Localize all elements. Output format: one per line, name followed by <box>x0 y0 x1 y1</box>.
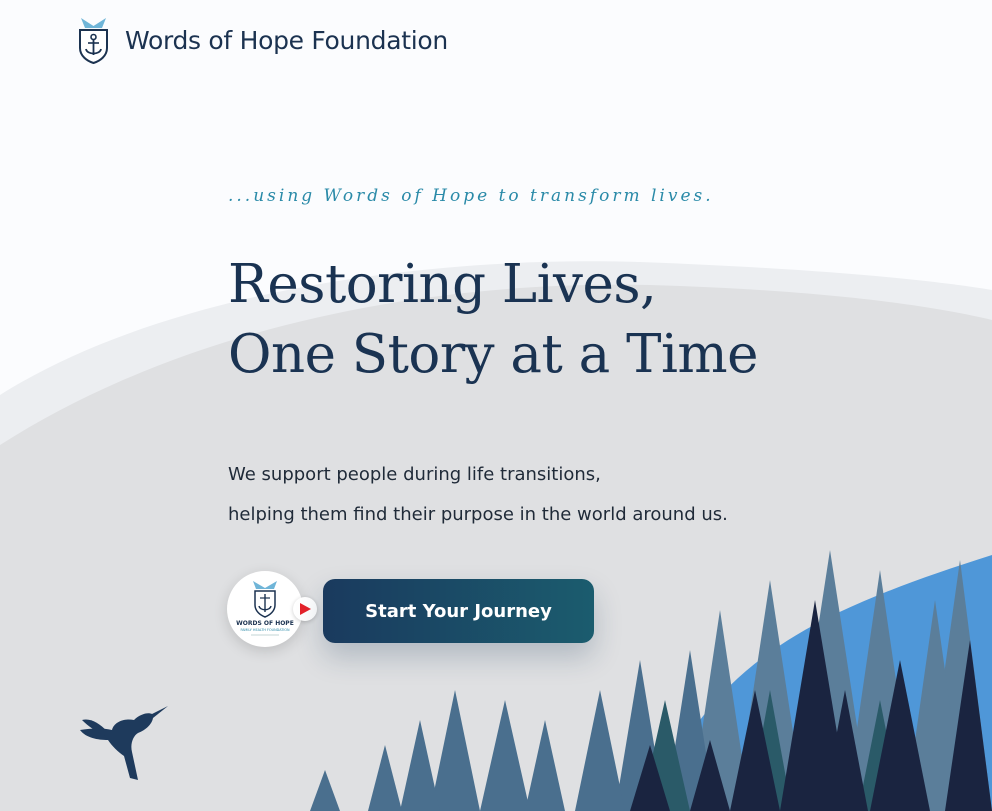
words-of-hope-badge-logo: WORDS OF HOPE FAMILY HEALTH FOUNDATION <box>236 581 294 636</box>
badge-subtitle: FAMILY HEALTH FOUNDATION <box>240 628 290 632</box>
pine-forest-illustration <box>310 550 992 811</box>
play-icon <box>300 603 311 615</box>
start-journey-button[interactable]: Start Your Journey <box>323 579 594 643</box>
badge-title: WORDS OF HOPE <box>236 620 294 627</box>
hummingbird-icon <box>80 706 168 780</box>
page: Words of Hope Foundation ...using Words … <box>0 0 992 811</box>
play-icon-wrap[interactable] <box>293 597 317 621</box>
video-play-button[interactable]: WORDS OF HOPE FAMILY HEALTH FOUNDATION <box>227 571 317 647</box>
